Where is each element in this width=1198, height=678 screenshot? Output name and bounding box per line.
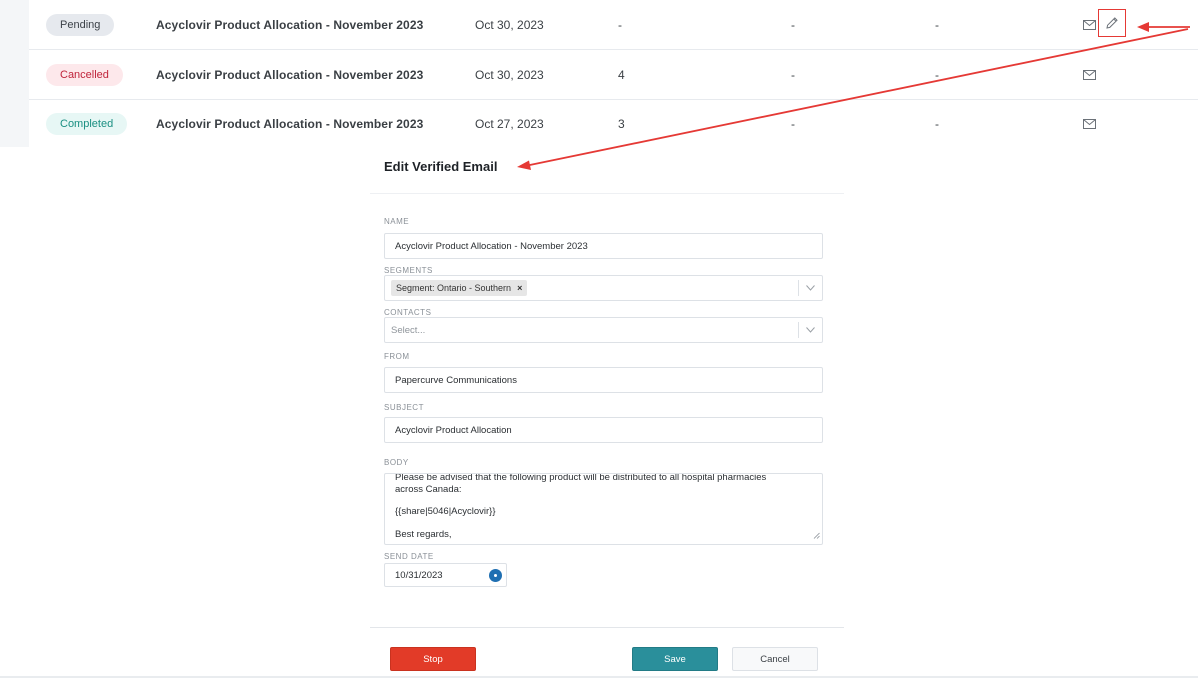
email-date: Oct 30, 2023 bbox=[475, 18, 544, 32]
email-name[interactable]: Acyclovir Product Allocation - November … bbox=[156, 50, 423, 100]
status-cell: Completed bbox=[46, 100, 128, 147]
status-cell: Cancelled bbox=[46, 50, 123, 100]
mail-icon[interactable] bbox=[1083, 100, 1096, 147]
email-count: 3 bbox=[618, 116, 625, 131]
status-badge: Completed bbox=[46, 112, 128, 135]
contacts-label: CONTACTS bbox=[384, 308, 432, 317]
contacts-select[interactable]: Select... bbox=[384, 317, 823, 343]
body-label: BODY bbox=[384, 458, 409, 467]
email-col-a: - bbox=[791, 18, 795, 32]
calendar-icon[interactable] bbox=[489, 569, 502, 582]
chevron-down-icon[interactable] bbox=[798, 280, 822, 296]
from-input[interactable]: Papercurve Communications bbox=[384, 367, 823, 393]
body-line: across Canada: bbox=[395, 484, 462, 495]
divider bbox=[370, 193, 844, 194]
email-col-a: - bbox=[791, 116, 795, 131]
subject-label: SUBJECT bbox=[384, 403, 424, 412]
email-table: Pending Acyclovir Product Allocation - N… bbox=[29, 0, 1198, 147]
email-name[interactable]: Acyclovir Product Allocation - November … bbox=[156, 0, 423, 50]
email-date: Oct 30, 2023 bbox=[475, 68, 544, 82]
save-button[interactable]: Save bbox=[632, 647, 718, 671]
chip-remove-icon[interactable]: × bbox=[517, 283, 522, 293]
subject-value: Acyclovir Product Allocation bbox=[395, 424, 512, 436]
table-row[interactable]: Completed Acyclovir Product Allocation -… bbox=[29, 100, 1198, 147]
email-count: 4 bbox=[618, 68, 625, 82]
email-col-b: - bbox=[935, 18, 939, 32]
email-date: Oct 27, 2023 bbox=[475, 116, 544, 131]
divider bbox=[370, 627, 844, 628]
chevron-down-icon[interactable] bbox=[798, 322, 822, 338]
status-cell: Pending bbox=[46, 0, 115, 50]
name-value: Acyclovir Product Allocation - November … bbox=[395, 240, 588, 252]
page: Pending Acyclovir Product Allocation - N… bbox=[0, 0, 1198, 678]
resize-grip-icon[interactable] bbox=[813, 531, 820, 542]
body-line: Please be advised that the following pro… bbox=[395, 473, 767, 483]
email-col-a: - bbox=[791, 68, 795, 82]
table-row[interactable]: Cancelled Acyclovir Product Allocation -… bbox=[29, 50, 1198, 100]
email-col-b: - bbox=[935, 68, 939, 82]
body-textarea[interactable]: Please be advised that the following pro… bbox=[384, 473, 823, 545]
name-input[interactable]: Acyclovir Product Allocation - November … bbox=[384, 233, 823, 259]
mail-icon[interactable] bbox=[1083, 50, 1096, 100]
send-date-input[interactable]: 10/31/2023 bbox=[384, 563, 507, 587]
email-count: - bbox=[618, 18, 622, 32]
email-name[interactable]: Acyclovir Product Allocation - November … bbox=[156, 100, 423, 147]
pencil-icon[interactable] bbox=[1098, 9, 1126, 37]
edit-email-modal: Edit Verified Email NAME Acyclovir Produ… bbox=[370, 147, 844, 678]
cancel-button[interactable]: Cancel bbox=[732, 647, 818, 671]
subject-input[interactable]: Acyclovir Product Allocation bbox=[384, 417, 823, 443]
body-line: Best regards, bbox=[395, 529, 452, 540]
send-date-label: SEND DATE bbox=[384, 552, 434, 561]
status-badge: Cancelled bbox=[46, 64, 123, 86]
name-label: NAME bbox=[384, 217, 410, 226]
body-line: {{share|5046|Acyclovir}} bbox=[395, 506, 496, 517]
segments-label: SEGMENTS bbox=[384, 266, 433, 275]
modal-title: Edit Verified Email bbox=[384, 159, 498, 174]
contacts-placeholder: Select... bbox=[391, 324, 426, 336]
status-badge: Pending bbox=[46, 14, 115, 36]
segment-chip-label: Segment: Ontario - Southern bbox=[396, 283, 512, 293]
segments-select[interactable]: Segment: Ontario - Southern × bbox=[384, 275, 823, 301]
from-value: Papercurve Communications bbox=[395, 374, 517, 386]
segment-chip: Segment: Ontario - Southern × bbox=[391, 280, 528, 296]
stop-button[interactable]: Stop bbox=[390, 647, 476, 671]
send-date-value: 10/31/2023 bbox=[395, 569, 443, 581]
from-label: FROM bbox=[384, 352, 410, 361]
left-gutter bbox=[0, 0, 29, 147]
email-col-b: - bbox=[935, 116, 939, 131]
mail-icon[interactable] bbox=[1083, 0, 1096, 50]
table-row[interactable]: Pending Acyclovir Product Allocation - N… bbox=[29, 0, 1198, 50]
